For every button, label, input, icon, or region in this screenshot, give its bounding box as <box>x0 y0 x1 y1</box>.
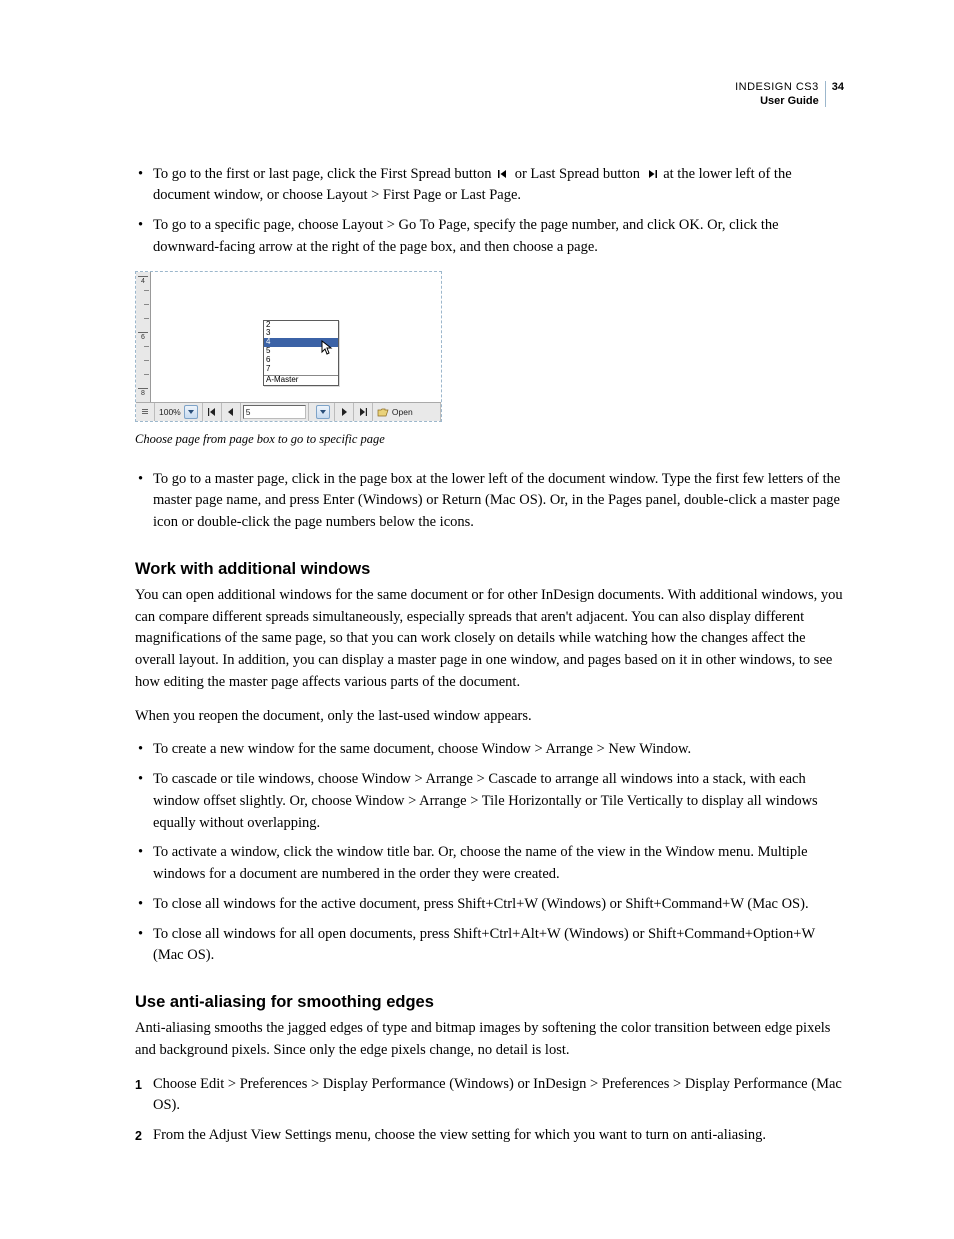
prev-page-button[interactable] <box>222 403 241 421</box>
figure-caption: Choose page from page box to go to speci… <box>135 432 844 447</box>
figure-page-box: 4 6 8 2 3 4 5 6 <box>135 271 844 447</box>
ruler-tick <box>144 290 149 291</box>
dropdown-option[interactable]: 7 <box>264 365 338 374</box>
running-header-text: INDESIGN CS3 User Guide <box>735 80 819 109</box>
list-item: To activate a window, click the window t… <box>135 842 844 886</box>
first-spread-icon <box>497 169 509 179</box>
list-item: To close all windows for all open docume… <box>135 924 844 968</box>
first-page-button[interactable] <box>203 403 222 421</box>
steps-list: Choose Edit > Preferences > Display Perf… <box>135 1074 844 1147</box>
document-page: INDESIGN CS3 User Guide 34 To go to the … <box>0 0 954 1239</box>
section-heading: Work with additional windows <box>135 560 844 579</box>
last-spread-icon <box>646 169 658 179</box>
section-heading: Use anti-aliasing for smoothing edges <box>135 993 844 1012</box>
body-paragraph: When you reopen the document, only the l… <box>135 706 844 728</box>
cursor-icon <box>321 340 335 361</box>
list-item: To close all windows for the active docu… <box>135 894 844 916</box>
dropdown-option[interactable]: 3 <box>264 329 338 338</box>
page-dropdown-button[interactable] <box>308 403 335 421</box>
ruler-tick <box>144 374 149 375</box>
zoom-value: 100% <box>159 407 181 417</box>
section1-bullet-list: To create a new window for the same docu… <box>135 739 844 967</box>
chevron-down-icon[interactable] <box>316 405 330 419</box>
open-status: Open <box>373 403 441 421</box>
page-number-field[interactable]: 5 <box>243 405 306 419</box>
ruler-tick <box>144 304 149 305</box>
figure-canvas-area: 4 6 8 2 3 4 5 6 <box>136 272 441 402</box>
ruler-tick <box>144 346 149 347</box>
vertical-ruler: 4 6 8 <box>136 272 151 402</box>
list-item: To cascade or tile windows, choose Windo… <box>135 769 844 834</box>
zoom-field[interactable]: 100% <box>155 403 203 421</box>
open-label: Open <box>392 407 413 417</box>
header-divider <box>825 81 826 107</box>
running-header: INDESIGN CS3 User Guide 34 <box>135 80 844 109</box>
ruler-label: 6 <box>138 332 148 341</box>
bullet-text-part: To go to the first or last page, click t… <box>153 166 495 182</box>
body-paragraph: You can open additional windows for the … <box>135 585 844 694</box>
open-file-icon <box>377 407 389 417</box>
dropdown-master-option[interactable]: A-Master <box>264 376 338 385</box>
list-item: To go to a master page, click in the pag… <box>135 469 844 534</box>
ruler-label: 8 <box>138 388 148 397</box>
bullet-text-part: or Last Spread button <box>515 166 644 182</box>
chevron-down-icon[interactable] <box>184 405 198 419</box>
page-number: 34 <box>832 80 844 94</box>
document-title: User Guide <box>735 94 819 108</box>
list-item: To create a new window for the same docu… <box>135 739 844 761</box>
step-item: Choose Edit > Preferences > Display Perf… <box>135 1074 844 1118</box>
figure-frame: 4 6 8 2 3 4 5 6 <box>135 271 442 422</box>
list-item: To go to a specific page, choose Layout … <box>135 215 844 259</box>
ruler-tick <box>144 318 149 319</box>
next-page-button[interactable] <box>335 403 354 421</box>
body-paragraph: Anti-aliasing smooths the jagged edges o… <box>135 1018 844 1062</box>
mid-bullet-list: To go to a master page, click in the pag… <box>135 469 844 534</box>
intro-bullet-list: To go to the first or last page, click t… <box>135 164 844 259</box>
product-name: INDESIGN CS3 <box>735 80 819 94</box>
list-item: To go to the first or last page, click t… <box>135 164 844 208</box>
last-page-button[interactable] <box>354 403 373 421</box>
step-item: From the Adjust View Settings menu, choo… <box>135 1125 844 1147</box>
status-bar: 100% 5 <box>136 402 441 421</box>
canvas-area: 2 3 4 5 6 7 A-Master <box>151 272 441 402</box>
dropdown-option[interactable]: 2 <box>264 321 338 330</box>
ruler-tick <box>144 360 149 361</box>
grip-icon <box>136 403 155 421</box>
ruler-label: 4 <box>138 276 148 285</box>
